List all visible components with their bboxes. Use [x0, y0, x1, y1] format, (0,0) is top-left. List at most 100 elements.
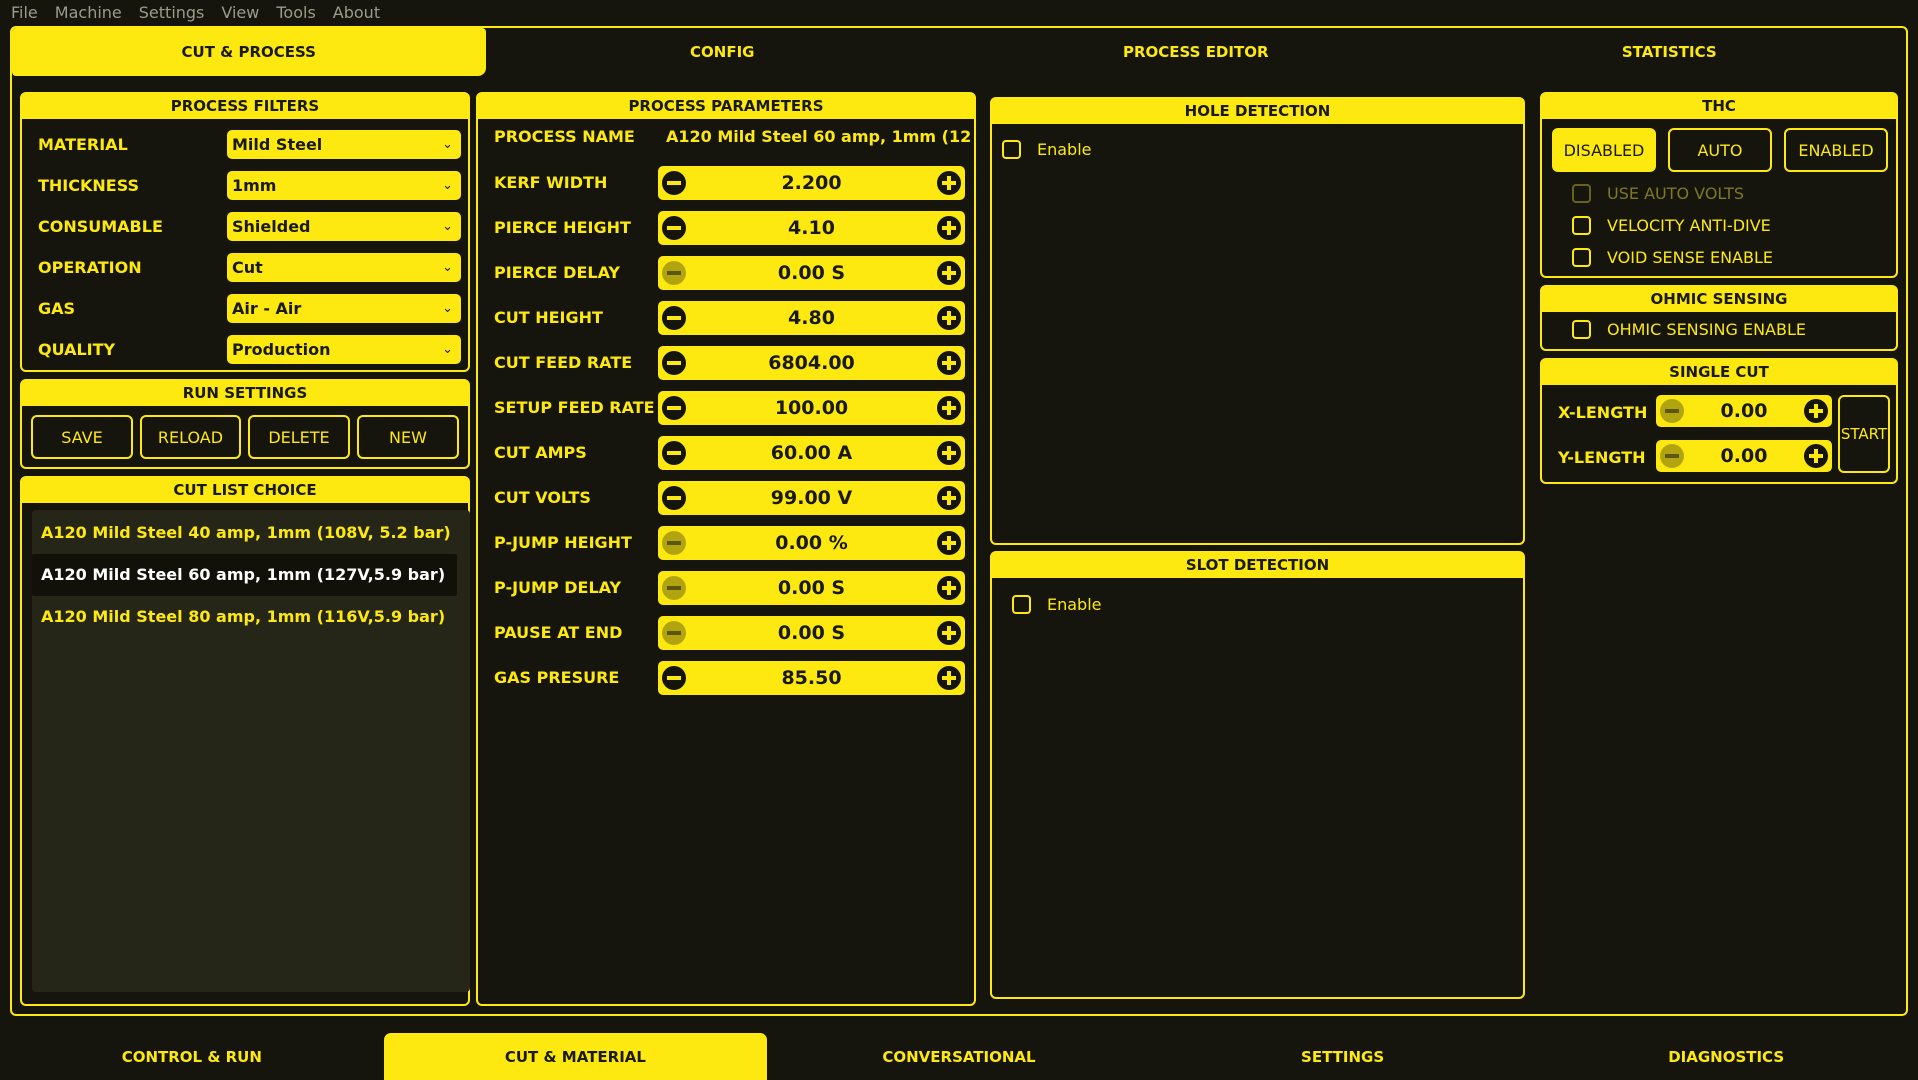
- plus-icon[interactable]: [937, 216, 961, 240]
- filter-gas-row: GAS Air - Air ⌄: [22, 293, 468, 323]
- delete-button[interactable]: DELETE: [248, 415, 350, 459]
- start-button[interactable]: START: [1838, 395, 1890, 473]
- plus-icon[interactable]: [1804, 444, 1828, 468]
- quality-select[interactable]: Production ⌄: [227, 334, 461, 364]
- y-length-stepper[interactable]: 0.00: [1656, 440, 1832, 472]
- plus-icon[interactable]: [937, 396, 961, 420]
- y-length-label: Y-LENGTH: [1558, 448, 1646, 467]
- use-auto-volts-row: USE AUTO VOLTS: [1572, 184, 1744, 203]
- plus-icon[interactable]: [937, 351, 961, 375]
- menu-view[interactable]: View: [221, 3, 259, 22]
- plus-icon[interactable]: [937, 486, 961, 510]
- chevron-down-icon: ⌄: [442, 259, 453, 275]
- menu-tools[interactable]: Tools: [276, 3, 315, 22]
- hole-detection-title: HOLE DETECTION: [992, 99, 1523, 124]
- process-parameters-title: PROCESS PARAMETERS: [478, 94, 974, 119]
- plus-icon[interactable]: [937, 621, 961, 645]
- plus-icon[interactable]: [937, 441, 961, 465]
- tab-control-run[interactable]: CONTROL & RUN: [0, 1033, 384, 1080]
- cut-feed-rate-stepper[interactable]: 6804.00: [658, 346, 965, 380]
- thc-auto-button[interactable]: AUTO: [1668, 128, 1772, 172]
- plus-icon[interactable]: [937, 306, 961, 330]
- cut-list-panel: CUT LIST CHOICE A120 Mild Steel 40 amp, …: [20, 476, 470, 1006]
- filter-thickness-label: THICKNESS: [38, 175, 140, 195]
- consumable-select[interactable]: Shielded ⌄: [227, 211, 461, 241]
- menu-settings[interactable]: Settings: [139, 3, 205, 22]
- plus-icon[interactable]: [937, 261, 961, 285]
- slot-detection-title: SLOT DETECTION: [992, 553, 1523, 578]
- operation-select[interactable]: Cut ⌄: [227, 252, 461, 282]
- new-button[interactable]: NEW: [357, 415, 459, 459]
- tab-statistics[interactable]: STATISTICS: [1433, 28, 1907, 76]
- save-button[interactable]: SAVE: [31, 415, 133, 459]
- slot-detection-enable-row[interactable]: Enable: [1012, 595, 1102, 614]
- param-label: SETUP FEED RATE: [494, 398, 655, 417]
- plus-icon[interactable]: [937, 531, 961, 555]
- tab-diagnostics[interactable]: DIAGNOSTICS: [1534, 1033, 1918, 1080]
- list-item-selected[interactable]: A120 Mild Steel 60 amp, 1mm (127V,5.9 ba…: [32, 554, 458, 596]
- list-item[interactable]: A120 Mild Steel 80 amp, 1mm (116V,5.9 ba…: [32, 596, 445, 638]
- reload-button[interactable]: RELOAD: [140, 415, 241, 459]
- filter-gas-label: GAS: [38, 298, 76, 318]
- ohmic-sensing-enable-row[interactable]: OHMIC SENSING ENABLE: [1572, 320, 1806, 339]
- gas-presure-stepper[interactable]: 85.50: [658, 661, 965, 695]
- kerf-width-stepper[interactable]: 2.200: [658, 166, 965, 200]
- tab-cut-material[interactable]: CUT & MATERIAL: [383, 1033, 768, 1080]
- plus-icon[interactable]: [937, 666, 961, 690]
- tab-config[interactable]: CONFIG: [486, 28, 960, 76]
- chevron-down-icon: ⌄: [442, 218, 453, 234]
- void-sense-enable-row[interactable]: VOID SENSE ENABLE: [1572, 248, 1773, 267]
- chevron-down-icon: ⌄: [442, 341, 453, 357]
- param-label: GAS PRESURE: [494, 668, 620, 687]
- param-row-cut-volts: CUT VOLTS 99.00 V: [478, 481, 974, 515]
- param-row-p-jump-height: P-JUMP HEIGHT 0.00 %: [478, 526, 974, 560]
- tab-settings[interactable]: SETTINGS: [1151, 1033, 1535, 1080]
- x-length-stepper[interactable]: 0.00: [1656, 395, 1832, 427]
- tab-process-editor[interactable]: PROCESS EDITOR: [959, 28, 1433, 76]
- p-jump-delay-stepper[interactable]: 0.00 S: [658, 571, 965, 605]
- filter-operation-label: OPERATION: [38, 257, 142, 277]
- menu-about[interactable]: About: [333, 3, 380, 22]
- slot-detection-enable-checkbox[interactable]: [1012, 595, 1031, 614]
- thc-panel: THC DISABLED AUTO ENABLED USE AUTO VOLTS…: [1540, 92, 1898, 278]
- param-row-cut-feed-rate: CUT FEED RATE 6804.00: [478, 346, 974, 380]
- pierce-height-stepper[interactable]: 4.10: [658, 211, 965, 245]
- hole-detection-enable-checkbox[interactable]: [1002, 140, 1021, 159]
- ohmic-sensing-enable-checkbox[interactable]: [1572, 320, 1591, 339]
- cut-volts-stepper[interactable]: 99.00 V: [658, 481, 965, 515]
- plus-icon[interactable]: [1804, 399, 1828, 423]
- plus-icon[interactable]: [937, 171, 961, 195]
- setup-feed-rate-stepper[interactable]: 100.00: [658, 391, 965, 425]
- stepper-value: 100.00: [774, 397, 849, 419]
- gas-select[interactable]: Air - Air ⌄: [227, 293, 461, 323]
- menu-machine[interactable]: Machine: [55, 3, 122, 22]
- cut-height-stepper[interactable]: 4.80: [658, 301, 965, 335]
- tab-cut-process[interactable]: CUT & PROCESS: [12, 28, 486, 76]
- cut-list[interactable]: A120 Mild Steel 40 amp, 1mm (108V, 5.2 b…: [32, 510, 470, 992]
- thickness-value: 1mm: [232, 175, 277, 195]
- cut-amps-stepper[interactable]: 60.00 A: [658, 436, 965, 470]
- thc-enabled-button[interactable]: ENABLED: [1784, 128, 1888, 172]
- p-jump-height-stepper[interactable]: 0.00 %: [658, 526, 965, 560]
- thickness-select[interactable]: 1mm ⌄: [227, 170, 461, 200]
- list-item[interactable]: A120 Mild Steel 40 amp, 1mm (108V, 5.2 b…: [32, 512, 451, 554]
- param-label: CUT AMPS: [494, 443, 587, 462]
- hole-detection-enable-row[interactable]: Enable: [1002, 140, 1092, 159]
- stepper-value: 4.10: [788, 217, 835, 239]
- param-row-pierce-delay: PIERCE DELAY 0.00 S: [478, 256, 974, 290]
- tab-conversational[interactable]: CONVERSATIONAL: [767, 1033, 1151, 1080]
- process-parameters-panel: PROCESS PARAMETERS PROCESS NAME A120 Mil…: [476, 92, 976, 1006]
- plus-icon[interactable]: [937, 576, 961, 600]
- pause-at-end-stepper[interactable]: 0.00 S: [658, 616, 965, 650]
- thc-disabled-button[interactable]: DISABLED: [1552, 128, 1656, 172]
- velocity-anti-dive-checkbox[interactable]: [1572, 216, 1591, 235]
- menu-file[interactable]: File: [11, 3, 38, 22]
- velocity-anti-dive-row[interactable]: VELOCITY ANTI-DIVE: [1572, 216, 1771, 235]
- void-sense-enable-checkbox[interactable]: [1572, 248, 1591, 267]
- param-label: KERF WIDTH: [494, 173, 608, 192]
- pierce-delay-stepper[interactable]: 0.00 S: [658, 256, 965, 290]
- material-select[interactable]: Mild Steel ⌄: [227, 129, 461, 159]
- chevron-down-icon: ⌄: [442, 300, 453, 316]
- ohmic-sensing-enable-label: OHMIC SENSING ENABLE: [1607, 320, 1806, 339]
- param-label: CUT VOLTS: [494, 488, 591, 507]
